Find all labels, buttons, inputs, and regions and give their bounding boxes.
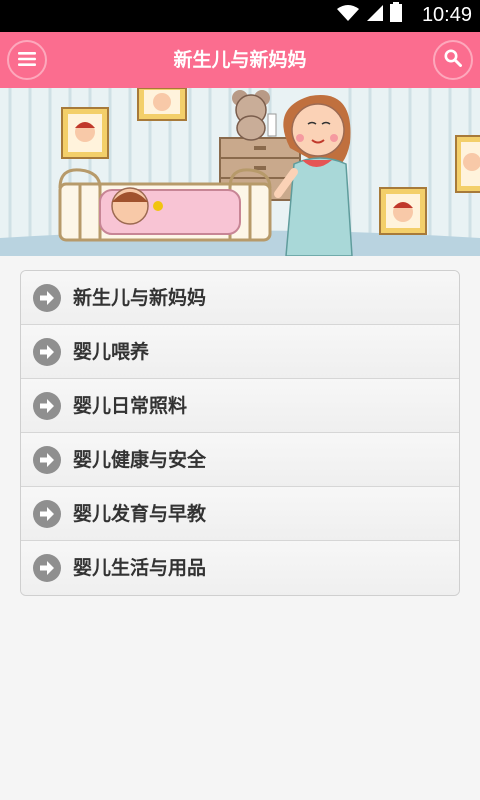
menu-item-health-safety[interactable]: 婴儿健康与安全 bbox=[21, 433, 459, 487]
menu-item-daily-care[interactable]: 婴儿日常照料 bbox=[21, 379, 459, 433]
arrow-right-icon bbox=[33, 338, 61, 366]
page-title: 新生儿与新妈妈 bbox=[173, 49, 307, 71]
arrow-right-icon bbox=[33, 500, 61, 528]
signal-icon bbox=[366, 4, 384, 26]
menu-item-label: 婴儿日常照料 bbox=[73, 395, 188, 417]
arrow-right-icon bbox=[33, 392, 61, 420]
menu-item-newborn-and-mom[interactable]: 新生儿与新妈妈 bbox=[21, 271, 459, 325]
app-bar: 新生儿与新妈妈 bbox=[0, 32, 480, 88]
category-menu: 新生儿与新妈妈 婴儿喂养 婴儿日常照料 婴儿健康与安全 婴儿发育与早教 婴儿生活… bbox=[20, 270, 460, 596]
menu-item-label: 婴儿生活与用品 bbox=[73, 557, 207, 579]
status-time: 10:49 bbox=[421, 4, 472, 26]
banner-image bbox=[0, 88, 480, 256]
menu-item-label: 新生儿与新妈妈 bbox=[73, 287, 207, 309]
menu-item-feeding[interactable]: 婴儿喂养 bbox=[21, 325, 459, 379]
arrow-right-icon bbox=[33, 446, 61, 474]
search-icon bbox=[444, 49, 462, 71]
menu-item-life-supplies[interactable]: 婴儿生活与用品 bbox=[21, 541, 459, 595]
menu-item-label: 婴儿健康与安全 bbox=[73, 449, 207, 471]
menu-item-label: 婴儿喂养 bbox=[73, 341, 150, 363]
arrow-right-icon bbox=[33, 554, 61, 582]
battery-icon bbox=[390, 2, 402, 26]
menu-item-label: 婴儿发育与早教 bbox=[73, 503, 207, 525]
status-icons bbox=[336, 2, 402, 26]
wifi-icon bbox=[336, 4, 360, 26]
search-button[interactable] bbox=[433, 40, 473, 80]
status-bar: 10:49 bbox=[0, 0, 480, 32]
arrow-right-icon bbox=[33, 284, 61, 312]
menu-item-development-education[interactable]: 婴儿发育与早教 bbox=[21, 487, 459, 541]
